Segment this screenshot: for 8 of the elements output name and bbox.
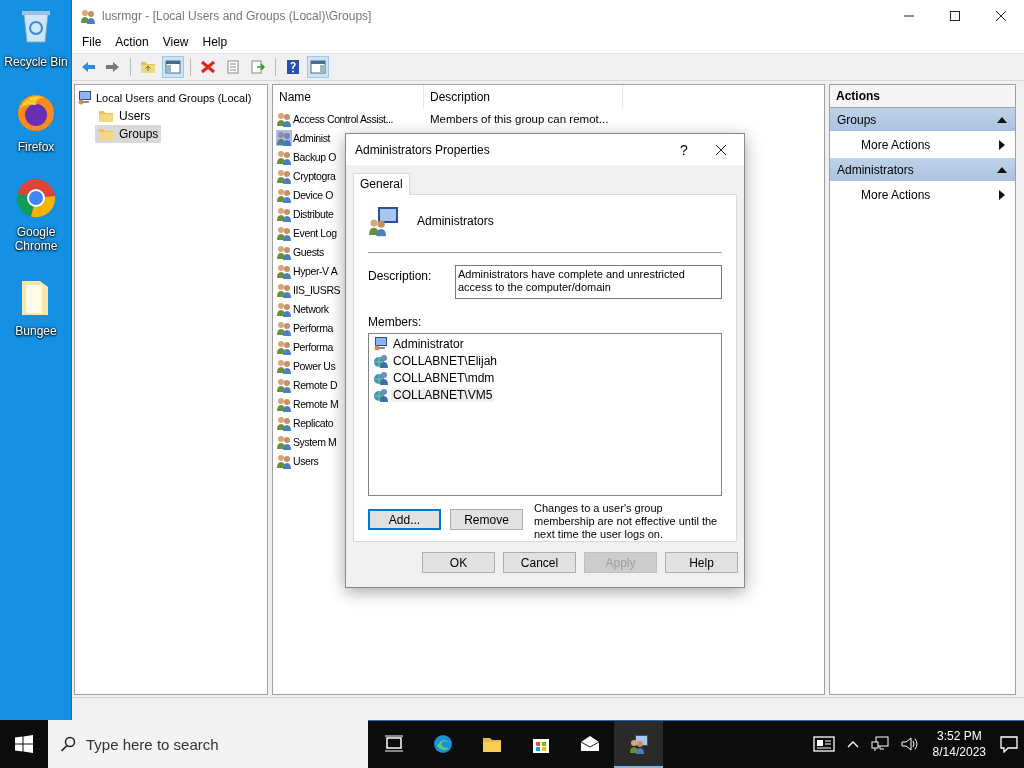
table-cell-text: Members of this group can remot...	[429, 112, 609, 125]
group-name: Administrators	[417, 214, 494, 229]
field-label: Description:	[368, 267, 433, 283]
pane-title: Actions	[830, 85, 1015, 108]
dialog-title: Administrators Properties	[355, 142, 491, 157]
window-title: lusrmgr - [Local Users and Groups (Local)\Groups]	[102, 8, 373, 23]
field-label: Members:	[368, 314, 423, 329]
info-text: Changes to a user's group membership are not effective until the next time the user logs on.	[533, 502, 719, 541]
